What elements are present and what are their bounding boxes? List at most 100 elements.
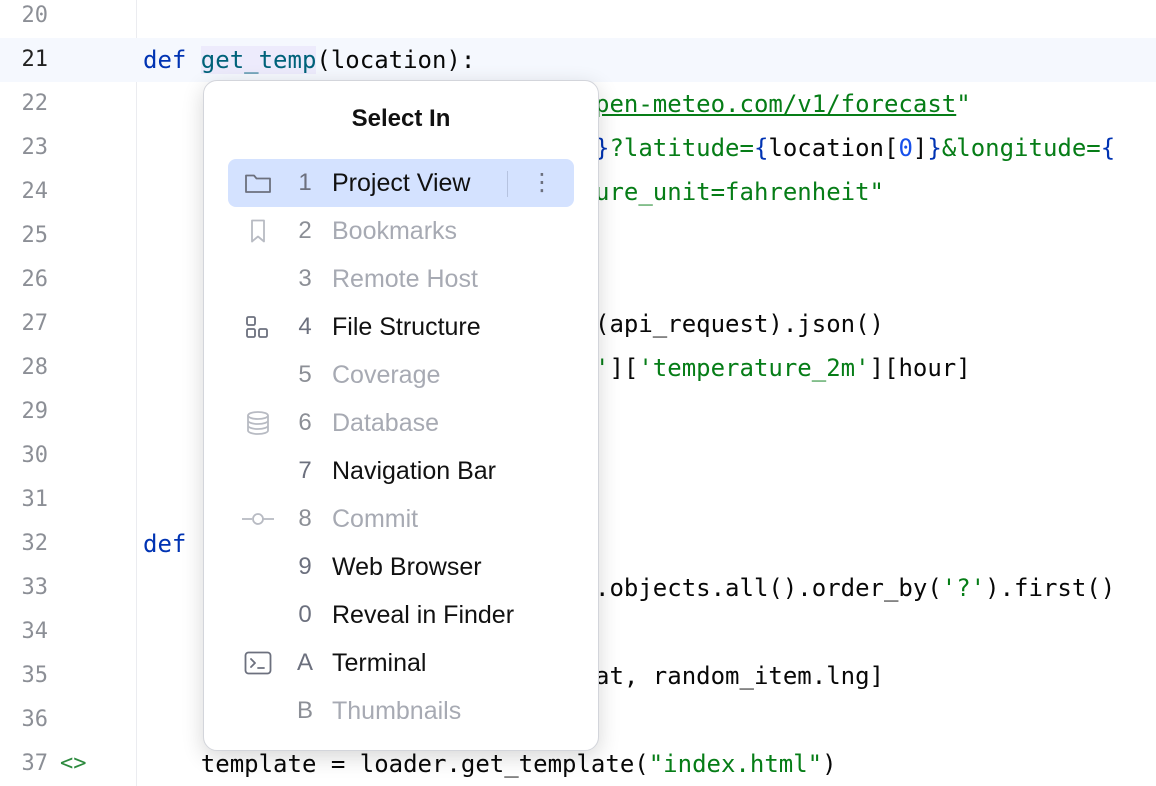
- menu-item-shortcut: 8: [298, 505, 312, 532]
- line-number: 32: [21, 531, 49, 556]
- menu-item-coverage[interactable]: 5 Coverage: [228, 351, 574, 399]
- menu-item-label: Coverage: [332, 361, 441, 389]
- editor-line[interactable]: 20: [0, 0, 1156, 38]
- menu-item-shortcut: 7: [298, 457, 312, 484]
- menu-item-label: File Structure: [332, 313, 481, 341]
- menu-item-label: Bookmarks: [332, 217, 458, 245]
- commit-icon: [242, 507, 274, 531]
- line-number: 30: [21, 443, 49, 468]
- menu-item-label: Terminal: [332, 649, 427, 677]
- menu-item-shortcut: 4: [298, 313, 312, 340]
- menu-item-project-view[interactable]: 1 Project View ⋮: [228, 159, 574, 207]
- menu-item-remote-host[interactable]: 3 Remote Host: [228, 255, 574, 303]
- line-number: 37: [21, 751, 49, 776]
- menu-item-shortcut: 0: [298, 601, 312, 628]
- fold-marker-icon[interactable]: <>: [60, 742, 87, 786]
- menu-item-label: Project View: [332, 169, 471, 197]
- menu-item-navigation-bar[interactable]: 7 Navigation Bar: [228, 447, 574, 495]
- menu-item-shortcut: 6: [298, 409, 312, 436]
- code-token: def: [143, 46, 201, 74]
- code-token: '?': [941, 574, 986, 602]
- line-number: 21: [21, 47, 49, 72]
- code-token: &longitude=: [941, 134, 1101, 162]
- code-token: ).first(): [985, 574, 1116, 602]
- code-token: ]: [912, 134, 928, 162]
- menu-item-commit[interactable]: 8 Commit: [228, 495, 574, 543]
- code-token: ?latitude=: [609, 134, 754, 162]
- code-token: 'temperature_2m': [638, 354, 870, 382]
- code-token: get_temp: [200, 46, 317, 74]
- code-text[interactable]: def: [143, 522, 186, 566]
- code-text[interactable]: .objects.all().order_by('?').first(): [595, 566, 1115, 610]
- code-token: def: [143, 530, 187, 558]
- line-number: 28: [21, 355, 49, 380]
- code-token: at, random_item.lng]: [595, 662, 884, 690]
- menu-item-shortcut: 3: [298, 265, 312, 292]
- code-token: ure_unit=fahrenheit": [595, 178, 884, 206]
- editor-line[interactable]: 21 def get_temp(location):: [0, 38, 1156, 82]
- code-token: 0: [898, 134, 913, 162]
- code-text[interactable]: (api_request).json(): [595, 302, 884, 346]
- menu-item-label: Reveal in Finder: [332, 601, 515, 629]
- line-number: 31: [21, 487, 49, 512]
- code-text[interactable]: ure_unit=fahrenheit": [595, 170, 884, 214]
- code-text[interactable]: }?latitude={location[0]}&longitude={: [595, 126, 1115, 170]
- menu-item-label: Navigation Bar: [332, 457, 496, 485]
- line-number: 27: [21, 311, 49, 336]
- line-number: 36: [21, 707, 49, 732]
- line-number: 35: [21, 663, 49, 688]
- menu-item-web-browser[interactable]: 9 Web Browser: [228, 543, 574, 591]
- code-text[interactable]: pen-meteo.com/v1/forecast": [595, 82, 971, 126]
- menu-item-file-structure[interactable]: 4 File Structure: [228, 303, 574, 351]
- menu-item-shortcut: 5: [298, 361, 312, 388]
- line-number: 23: [21, 135, 49, 160]
- code-token: ][: [609, 354, 639, 382]
- menu-item-shortcut: 9: [298, 553, 312, 580]
- menu-item-label: Database: [332, 409, 440, 437]
- code-token: ): [822, 750, 837, 778]
- line-number: 26: [21, 267, 49, 292]
- menu-item-label: Web Browser: [332, 553, 482, 581]
- menu-item-database[interactable]: 6 Database: [228, 399, 574, 447]
- code-token: "index.html": [648, 750, 823, 778]
- code-text[interactable]: ']['temperature_2m'][hour]: [595, 346, 971, 390]
- bookmark-icon: [244, 219, 272, 243]
- menu-item-thumbnails[interactable]: B Thumbnails: [228, 687, 574, 735]
- code-token: pen-meteo.com/v1/forecast: [595, 90, 957, 118]
- folder-icon: [244, 171, 272, 195]
- menu-item-bookmarks[interactable]: 2 Bookmarks: [228, 207, 574, 255]
- menu-item-reveal-in-finder[interactable]: 0 Reveal in Finder: [228, 591, 574, 639]
- menu-item-shortcut: B: [296, 697, 313, 724]
- code-token: .objects.all().order_by(: [595, 574, 942, 602]
- code-token: }: [927, 134, 942, 162]
- popup-title: Select In: [351, 105, 451, 132]
- line-number: 22: [21, 91, 49, 116]
- code-token: {: [753, 134, 769, 162]
- structure-icon: [244, 315, 272, 339]
- menu-item-shortcut: A: [296, 649, 313, 676]
- code-token: location[: [768, 134, 899, 162]
- line-number: 33: [21, 575, 49, 600]
- select-in-popup: Select In 1 Project View ⋮ 2 Bookmarks 3 Remot…: [203, 80, 599, 751]
- code-token: ": [956, 90, 971, 118]
- code-token: ][hour]: [869, 354, 971, 382]
- code-text[interactable]: at, random_item.lng]: [595, 654, 884, 698]
- line-number: 25: [21, 223, 49, 248]
- code-text[interactable]: def get_temp(location):: [143, 38, 475, 82]
- line-number: 34: [21, 619, 49, 644]
- database-icon: [244, 411, 272, 435]
- menu-item-label: Thumbnails: [332, 697, 462, 725]
- menu-item-shortcut: 1: [298, 169, 312, 196]
- line-number: 20: [21, 3, 49, 28]
- line-number: 24: [21, 179, 49, 204]
- menu-item-terminal[interactable]: A Terminal: [228, 639, 574, 687]
- menu-item-label: Commit: [332, 505, 419, 533]
- more-vertical-icon[interactable]: ⋮: [526, 167, 558, 199]
- terminal-icon: [244, 651, 272, 675]
- code-token: (api_request).json(): [595, 310, 884, 338]
- line-number: 29: [21, 399, 49, 424]
- menu-item-label: Remote Host: [332, 265, 478, 293]
- menu-item-shortcut: 2: [298, 217, 312, 244]
- item-divider: [507, 171, 508, 197]
- code-token: {: [1100, 134, 1116, 162]
